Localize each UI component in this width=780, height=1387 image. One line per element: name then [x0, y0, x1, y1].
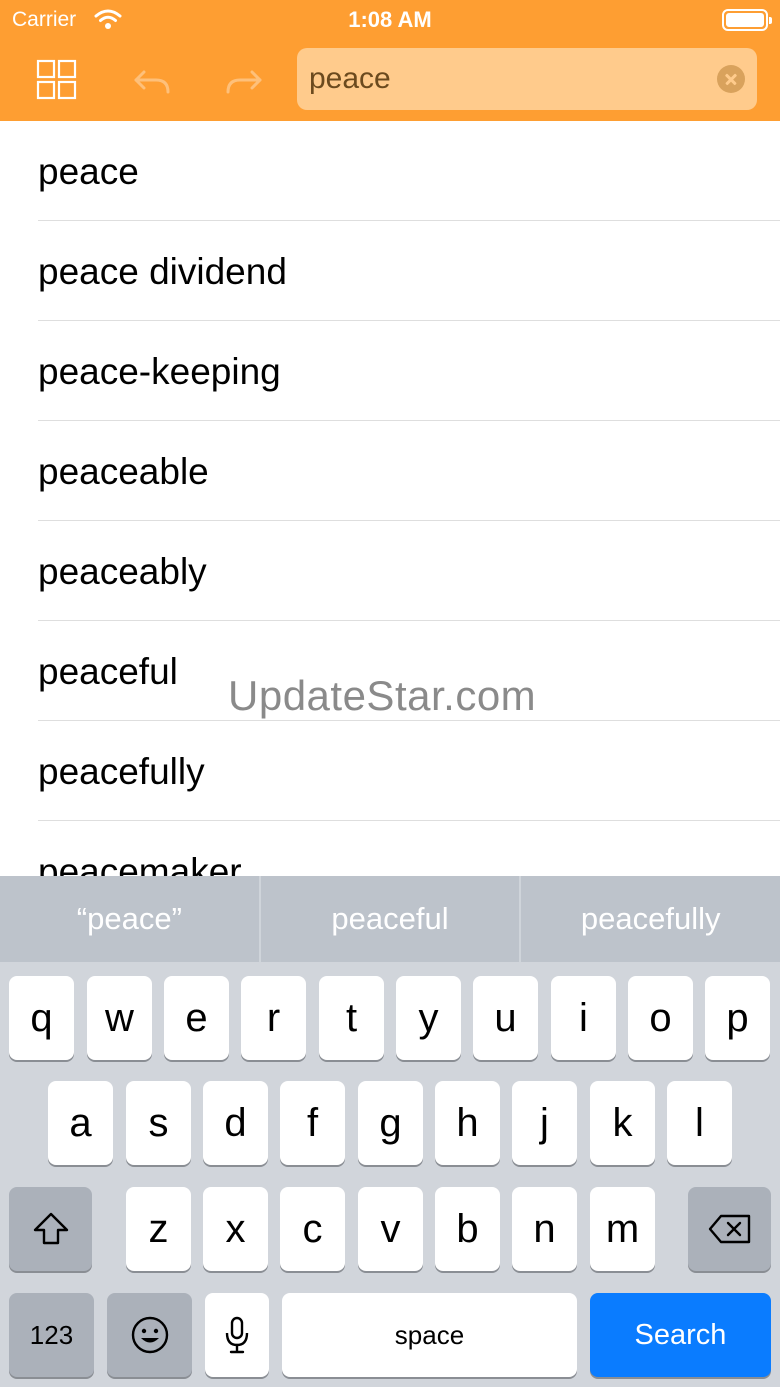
key-u[interactable]: u [473, 976, 538, 1060]
key-j[interactable]: j [512, 1081, 577, 1165]
suggestion-item[interactable]: peacefully [521, 876, 780, 962]
clock: 1:08 AM [348, 7, 432, 32]
key-m[interactable]: m [590, 1187, 655, 1271]
key-q[interactable]: q [9, 976, 74, 1060]
battery-icon [722, 9, 772, 31]
microphone-key[interactable] [205, 1293, 269, 1377]
key-s[interactable]: s [126, 1081, 191, 1165]
list-item-label: peace [38, 151, 139, 192]
predictive-bar: “peace” peaceful peacefully [0, 876, 780, 962]
results-list: peace peace dividend peace-keeping peace… [0, 121, 780, 876]
redo-icon[interactable] [222, 58, 266, 102]
list-item-label: peaceful [38, 651, 178, 692]
list-item-label: peace dividend [38, 251, 287, 292]
space-key[interactable]: space [282, 1293, 577, 1377]
list-item-label: peace-keeping [38, 351, 281, 392]
key-b[interactable]: b [435, 1187, 500, 1271]
suggestion-item[interactable]: “peace” [0, 876, 259, 962]
numbers-key[interactable]: 123 [9, 1293, 94, 1377]
watermark: UpdateStar.com [228, 672, 537, 719]
clear-icon[interactable] [717, 65, 745, 93]
list-item-label: peacemaker [38, 851, 242, 876]
key-w[interactable]: w [87, 976, 152, 1060]
list-item[interactable]: peaceable [0, 421, 780, 521]
list-item[interactable]: peace dividend [0, 221, 780, 321]
key-n[interactable]: n [512, 1187, 577, 1271]
key-z[interactable]: z [126, 1187, 191, 1271]
key-r[interactable]: r [241, 976, 306, 1060]
nav-bar [0, 40, 780, 121]
backspace-key[interactable] [688, 1187, 771, 1271]
shift-icon [33, 1212, 68, 1245]
list-item[interactable]: peace [0, 121, 780, 221]
list-item[interactable]: peace-keeping [0, 321, 780, 421]
key-c[interactable]: c [280, 1187, 345, 1271]
key-i[interactable]: i [551, 976, 616, 1060]
key-p[interactable]: p [705, 976, 770, 1060]
list-item[interactable]: peaceably [0, 521, 780, 621]
list-item-label: peacefully [38, 751, 205, 792]
grid-icon[interactable] [35, 58, 79, 102]
emoji-key[interactable] [107, 1293, 192, 1377]
key-t[interactable]: t [319, 976, 384, 1060]
key-y[interactable]: y [396, 976, 461, 1060]
search-box [297, 48, 757, 110]
list-item-label: peaceable [38, 451, 209, 492]
key-x[interactable]: x [203, 1187, 268, 1271]
key-f[interactable]: f [280, 1081, 345, 1165]
backspace-icon [708, 1214, 750, 1244]
suggestion-item[interactable]: peaceful [261, 876, 520, 962]
microphone-icon [225, 1316, 249, 1354]
search-input[interactable] [309, 48, 709, 110]
shift-key[interactable] [9, 1187, 92, 1271]
key-d[interactable]: d [203, 1081, 268, 1165]
status-bar: Carrier 1:08 AM [0, 0, 780, 40]
key-h[interactable]: h [435, 1081, 500, 1165]
key-a[interactable]: a [48, 1081, 113, 1165]
list-item[interactable]: peacemaker [0, 821, 780, 876]
key-g[interactable]: g [358, 1081, 423, 1165]
keyboard: q w e r t y u i o p a s d f g h j k l z … [0, 962, 780, 1387]
key-k[interactable]: k [590, 1081, 655, 1165]
list-item-label: peaceably [38, 551, 207, 592]
key-o[interactable]: o [628, 976, 693, 1060]
key-l[interactable]: l [667, 1081, 732, 1165]
search-key[interactable]: Search [590, 1293, 771, 1377]
list-item[interactable]: peacefully [0, 721, 780, 821]
key-e[interactable]: e [164, 976, 229, 1060]
emoji-icon [131, 1316, 168, 1354]
undo-icon[interactable] [130, 58, 174, 102]
key-v[interactable]: v [358, 1187, 423, 1271]
